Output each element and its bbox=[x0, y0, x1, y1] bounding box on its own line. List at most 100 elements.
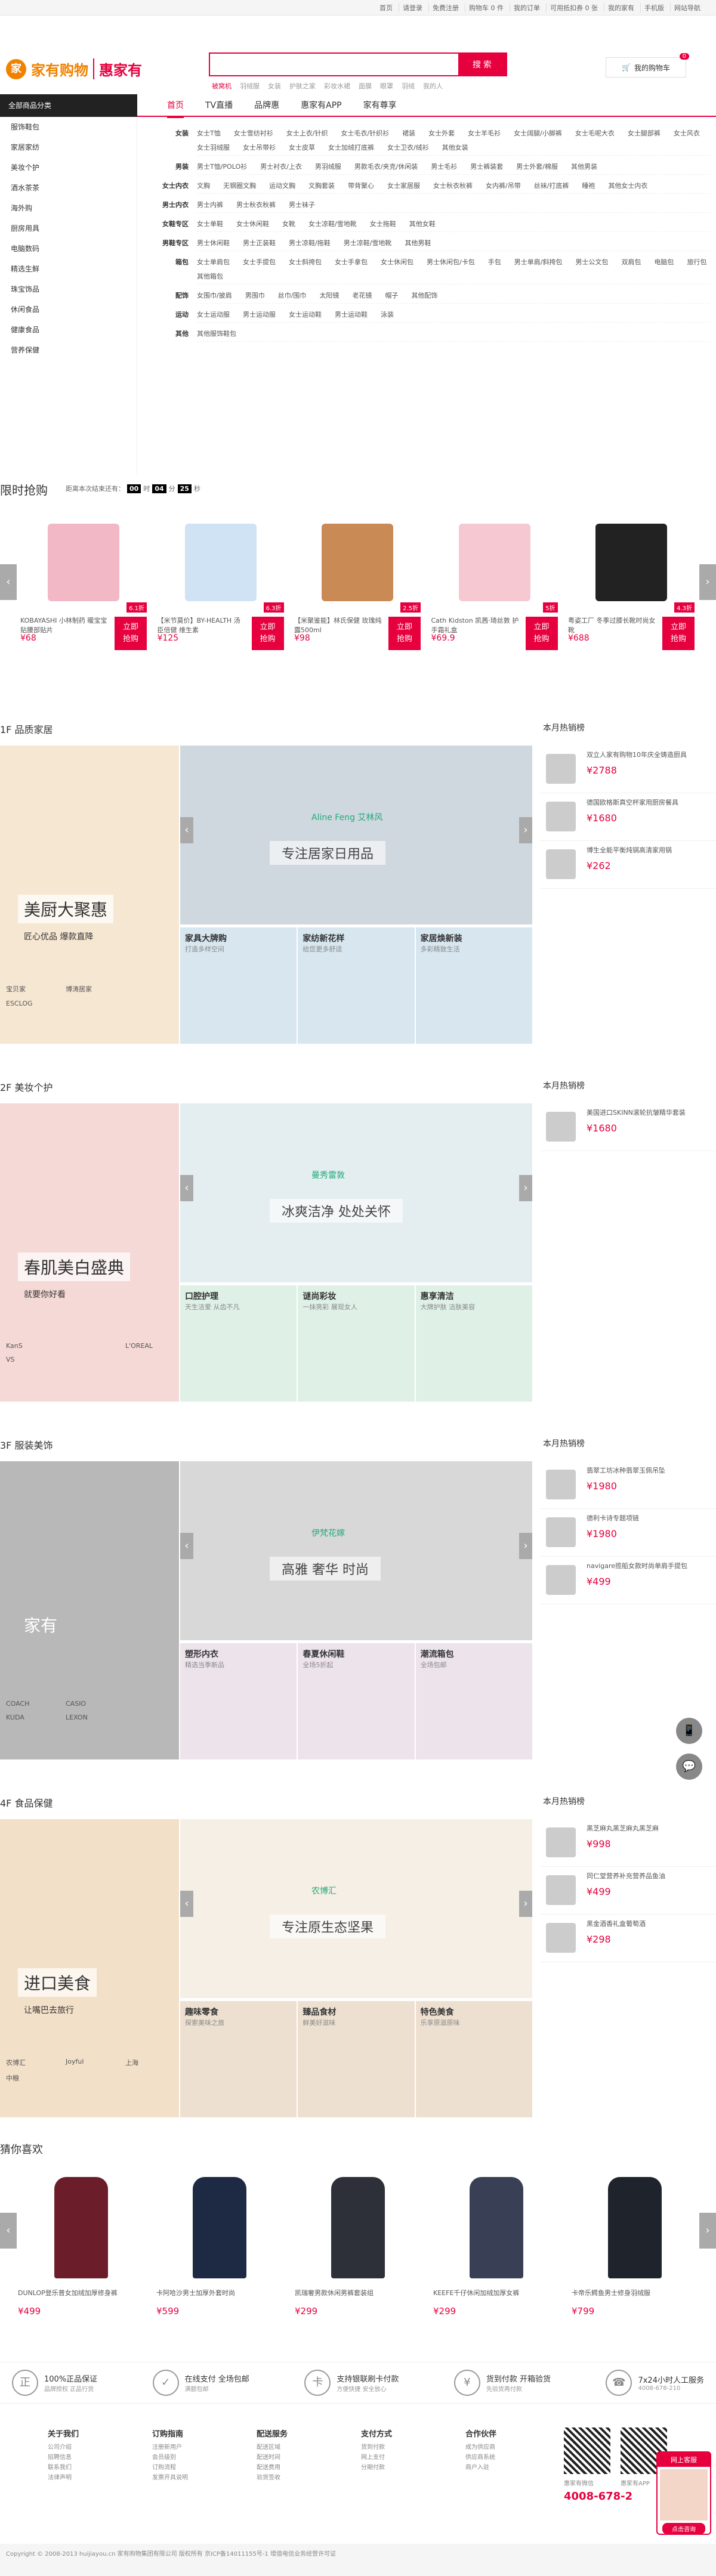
mega-link[interactable]: 手包 bbox=[488, 255, 501, 270]
nav-tab[interactable]: 品牌惠 bbox=[254, 94, 279, 118]
mega-link[interactable]: 丝袜/打底裤 bbox=[534, 179, 569, 193]
sub-promo[interactable]: 春夏休闲鞋 全场5折起 bbox=[298, 1643, 415, 1759]
mega-link[interactable]: 其他男装 bbox=[571, 160, 597, 174]
mega-link[interactable]: 带背聚心 bbox=[348, 179, 374, 193]
footer-link[interactable]: 法律声明 bbox=[48, 2473, 119, 2483]
mega-link[interactable]: 男士裤装套 bbox=[470, 160, 503, 174]
sub-promo[interactable]: 家居焕新装 多彩精致生活 bbox=[415, 927, 532, 1044]
hot-word[interactable]: 女装 bbox=[268, 81, 281, 91]
rank-image[interactable] bbox=[540, 1108, 582, 1145]
mega-link[interactable]: 女士皮草 bbox=[289, 141, 315, 155]
rank-name[interactable]: 翡翠工坊冰种翡翠玉佩吊坠 bbox=[587, 1466, 706, 1476]
buy-now-button[interactable]: 立即 抢购 bbox=[525, 617, 558, 650]
rank-item[interactable]: 双立人家有购物10年庆全铸造厨具 ¥2788 bbox=[540, 746, 716, 793]
mega-row-label[interactable]: 女装 bbox=[137, 126, 197, 156]
mega-link[interactable]: 其他配饰 bbox=[411, 289, 437, 303]
brand-logo[interactable]: L'OREAL bbox=[125, 1342, 179, 1350]
mega-link[interactable]: 男士运动服 bbox=[243, 308, 276, 322]
brand-logo[interactable]: VS bbox=[6, 1356, 60, 1363]
mega-link[interactable]: 其他箱包 bbox=[197, 270, 223, 284]
sub-promo[interactable]: 惠享清洁 大牌护肤 洁肤美容 bbox=[415, 1285, 532, 1402]
sidebar-item[interactable]: 服饰鞋包 bbox=[0, 117, 137, 137]
mega-link[interactable]: 其他服饰鞋包 bbox=[197, 327, 236, 341]
flash-item[interactable]: 6.1折 KOBAYASHI 小林制药 暖宝宝贴腰部贴片 ¥68 立即 抢购 bbox=[20, 514, 147, 650]
cart-button[interactable]: 🛒 我的购物车 0 bbox=[606, 53, 689, 78]
rank-item[interactable]: 德利卡诗专题项链 ¥1980 bbox=[540, 1509, 716, 1557]
hot-word[interactable]: 彩妆水裙 bbox=[324, 81, 350, 91]
flash-item[interactable]: 6.3折 【米节莫价】BY-HEALTH 汤臣倍健 维生素 ¥125 立即 抢购 bbox=[158, 514, 284, 650]
rank-item[interactable]: 德国欧格斯真空杯家用厨房餐具 ¥1680 bbox=[540, 793, 716, 841]
footer-link[interactable]: 联系我们 bbox=[48, 2463, 119, 2473]
top-link[interactable]: 我的订单 bbox=[510, 3, 544, 13]
mega-link[interactable]: 女士凉鞋/雪地靴 bbox=[308, 217, 357, 231]
footer-link[interactable]: 成为供应商 bbox=[465, 2442, 537, 2453]
mega-link[interactable]: 男士外套/棉服 bbox=[516, 160, 558, 174]
product-name[interactable]: KEEFE千仔休闲加绒加厚女裤 bbox=[433, 2288, 560, 2306]
product-image[interactable] bbox=[158, 514, 284, 611]
top-link[interactable]: 我的家有 bbox=[604, 3, 638, 13]
flash-prev-arrow[interactable]: ‹ bbox=[0, 564, 17, 600]
mega-link[interactable]: 太阳镜 bbox=[319, 289, 339, 303]
mega-link[interactable]: 文胸 bbox=[197, 179, 210, 193]
guess-prev-arrow[interactable]: ‹ bbox=[0, 2213, 17, 2249]
flash-item[interactable]: 2.5折 【米聚鉴能】林氏保健 玫瑰纯露500ml ¥98 立即 抢购 bbox=[294, 514, 421, 650]
rank-image[interactable] bbox=[540, 1919, 582, 1956]
mega-link[interactable]: 男士运动鞋 bbox=[335, 308, 368, 322]
rank-image[interactable] bbox=[540, 798, 582, 835]
hot-word[interactable]: 眼罩 bbox=[380, 81, 393, 91]
chat-button[interactable]: 点击咨询 bbox=[662, 2523, 705, 2534]
mega-link[interactable]: 裙装 bbox=[402, 126, 415, 141]
hot-word[interactable]: 面膜 bbox=[359, 81, 372, 91]
mega-link[interactable]: 女士T恤 bbox=[197, 126, 221, 141]
banner-next-arrow[interactable]: › bbox=[519, 817, 532, 843]
top-link[interactable]: 可用抵扣券 0 张 bbox=[546, 3, 601, 13]
brand-logo[interactable]: 农博汇 bbox=[6, 2058, 60, 2067]
banner-prev-arrow[interactable]: ‹ bbox=[180, 1533, 193, 1559]
rank-name[interactable]: 博生全能平衡炖锅高清家用锅 bbox=[587, 846, 706, 855]
guess-item[interactable]: 卡阿哈沙男士加厚外套时尚 ¥599 bbox=[156, 2171, 283, 2317]
sidebar-item[interactable]: 电脑数码 bbox=[0, 239, 137, 259]
hot-word[interactable]: 护肤之家 bbox=[289, 81, 316, 91]
mega-link[interactable]: 男士毛衫 bbox=[431, 160, 457, 174]
banner-next-arrow[interactable]: › bbox=[519, 1175, 532, 1201]
brand-logo[interactable]: ESCLOG bbox=[6, 1000, 60, 1007]
sub-promo[interactable]: 谜尚彩妆 一抹亮彩 展现女人 bbox=[298, 1285, 415, 1402]
brand-logo[interactable]: 中粮 bbox=[6, 2073, 60, 2083]
nav-tab[interactable]: 惠家有APP bbox=[301, 94, 341, 118]
sidebar-item[interactable]: 休闲食品 bbox=[0, 299, 137, 320]
hot-word[interactable]: 被窝机 bbox=[212, 81, 232, 91]
mega-link[interactable]: 男士T恤/POLO衫 bbox=[197, 160, 247, 174]
footer-link[interactable]: 网上支付 bbox=[361, 2453, 433, 2463]
sub-promo[interactable]: 家纺新花样 给您更多舒适 bbox=[298, 927, 415, 1044]
mega-link[interactable]: 其他女鞋 bbox=[409, 217, 436, 231]
mega-row-label[interactable]: 箱包 bbox=[137, 255, 197, 284]
top-link[interactable]: 请登录 bbox=[399, 3, 426, 13]
sub-promo[interactable]: 口腔护理 天生洁爱 从齿不凡 bbox=[180, 1285, 297, 1402]
rank-image[interactable] bbox=[540, 846, 582, 883]
mega-link[interactable]: 女士斜挎包 bbox=[289, 255, 322, 270]
product-name[interactable]: 粤姿工厂 冬季过膝长靴时尚女靴 bbox=[568, 616, 658, 633]
footer-link[interactable]: 商户入驻 bbox=[465, 2463, 537, 2473]
product-image[interactable] bbox=[156, 2171, 283, 2284]
mega-row-label[interactable]: 女士内衣 bbox=[137, 179, 197, 194]
sidebar-item[interactable]: 精选生鲜 bbox=[0, 259, 137, 279]
flash-next-arrow[interactable]: › bbox=[699, 564, 716, 600]
nav-tab[interactable]: 首页 bbox=[167, 94, 184, 118]
sidebar-item[interactable]: 海外购 bbox=[0, 198, 137, 218]
floor-banner[interactable]: 专注居家日用品 Aline Feng 艾林风 ‹ › bbox=[180, 746, 532, 924]
brand-logo[interactable]: LEXON bbox=[66, 1714, 119, 1721]
top-link[interactable]: 免费注册 bbox=[428, 3, 462, 13]
product-image[interactable] bbox=[20, 514, 147, 611]
product-name[interactable]: 【米聚鉴能】林氏保健 玫瑰纯露500ml bbox=[294, 616, 384, 633]
rank-name[interactable]: 德利卡诗专题项链 bbox=[587, 1514, 706, 1523]
banner-prev-arrow[interactable]: ‹ bbox=[180, 817, 193, 843]
mega-link[interactable]: 男士袜子 bbox=[289, 198, 315, 212]
mega-link[interactable]: 女士休闲包 bbox=[381, 255, 413, 270]
sub-promo[interactable]: 特色美食 乐享原滋原味 bbox=[415, 2001, 532, 2117]
mega-link[interactable]: 男士秋衣秋裤 bbox=[236, 198, 276, 212]
mega-row-label[interactable]: 运动 bbox=[137, 308, 197, 323]
rank-name[interactable]: 黑芝麻丸黑芝麻丸黑芝麻 bbox=[587, 1824, 706, 1833]
top-link[interactable]: 手机版 bbox=[640, 3, 668, 13]
rank-item[interactable]: 美国进口SKINN滚轮抗皱精华套装 ¥1680 bbox=[540, 1103, 716, 1151]
brand-logo[interactable]: Joyful bbox=[66, 2058, 119, 2067]
